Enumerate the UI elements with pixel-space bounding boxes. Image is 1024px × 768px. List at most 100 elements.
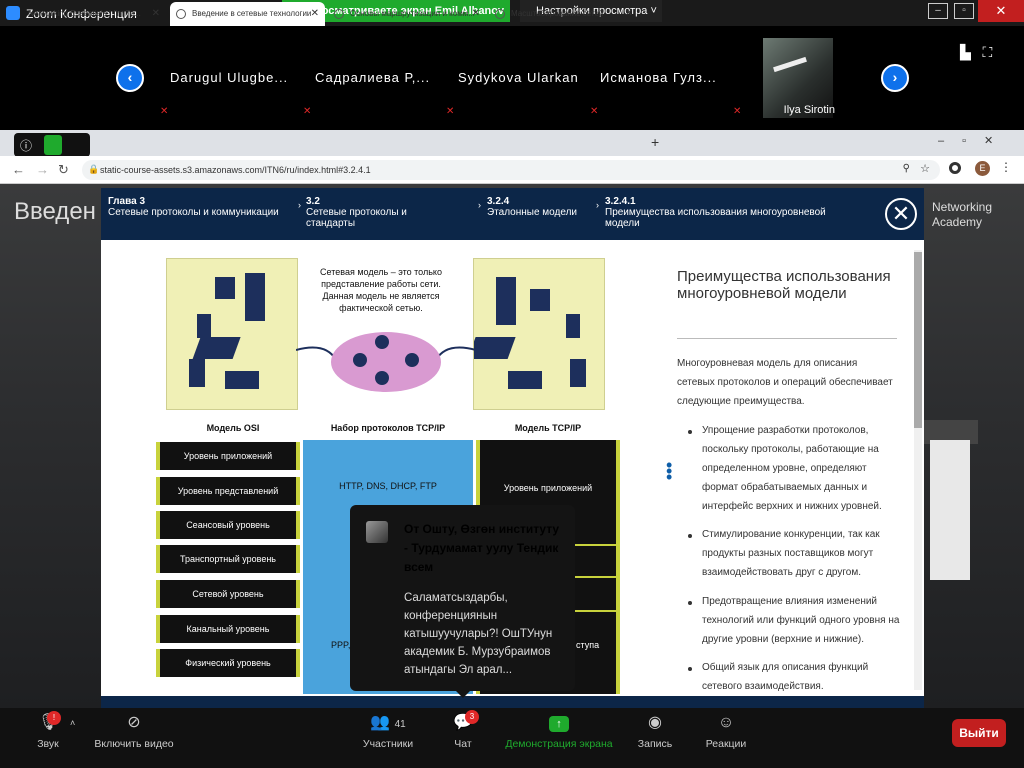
netacad-logo-text: Networking Academy bbox=[932, 200, 992, 230]
profile-avatar[interactable]: E bbox=[975, 161, 990, 176]
tab-routing-basics[interactable]: Основы маршрутизации и комм... ✕ bbox=[328, 2, 486, 26]
restore-button[interactable]: ▫ bbox=[954, 3, 974, 19]
tab-scaling-networks[interactable]: Масштабирование сетей ✕ bbox=[489, 2, 639, 26]
audio-options-chevron-icon[interactable]: ˄ bbox=[70, 718, 75, 728]
osi-layer[interactable]: Сеансовый уровень bbox=[156, 511, 300, 539]
tool-label: Звук bbox=[37, 738, 59, 750]
reload-icon[interactable]: ↻ bbox=[58, 162, 69, 178]
tool-label: Демонстрация экрана bbox=[505, 738, 613, 750]
share-screen-button[interactable]: ↑ Демонстрация экрана bbox=[500, 712, 618, 750]
close-tab-icon[interactable]: ✕ bbox=[472, 8, 480, 19]
speaker-view-icon[interactable]: ▙ bbox=[960, 44, 971, 60]
extension-icon[interactable] bbox=[949, 162, 961, 174]
muted-mic-icon: ✕ bbox=[303, 106, 312, 117]
participant-name[interactable]: Исманова Гулз... bbox=[600, 70, 717, 85]
tcpip-suite-title: Набор протоколов TCP/IP bbox=[330, 423, 446, 433]
tab-label: Основы маршрутизации и комм... bbox=[350, 9, 475, 18]
close-window-button[interactable]: ✕ bbox=[978, 0, 1024, 22]
tool-label: Участники bbox=[362, 738, 414, 750]
benefit-item: Стимулирование конкуренции, так как прод… bbox=[702, 529, 880, 578]
breadcrumb-label: Сетевые протоколы и коммуникации bbox=[108, 207, 279, 218]
leave-button[interactable]: Выйти bbox=[952, 719, 1006, 747]
breadcrumb-label: Преимущества использования многоуровнево… bbox=[605, 207, 826, 229]
tool-label: Чат bbox=[454, 738, 472, 750]
osi-layer[interactable]: Уровень приложений bbox=[156, 442, 300, 470]
back-icon[interactable]: ← bbox=[12, 162, 25, 177]
more-options-icon[interactable]: • • • bbox=[666, 456, 676, 486]
participant-name[interactable]: Darugul Ulugbe... bbox=[170, 70, 288, 85]
breadcrumb-chapter[interactable]: Глава 3 Сетевые протоколы и коммуникации bbox=[108, 196, 298, 218]
fullscreen-icon[interactable]: ⛶ bbox=[982, 44, 992, 60]
benefit-item: Упрощение разработки протоколов, посколь… bbox=[702, 425, 882, 512]
info-icon[interactable]: ⓘ bbox=[20, 137, 32, 154]
chat-sender: От Ошту, Өзгөн институту - Турдумамат уу… bbox=[404, 522, 560, 574]
chevron-down-icon: ˅ bbox=[650, 5, 657, 17]
lighthouse-image bbox=[930, 440, 970, 580]
popup-pointer bbox=[455, 690, 471, 698]
breadcrumb-separator-icon: › bbox=[596, 200, 599, 210]
close-tab-icon[interactable]: ✕ bbox=[152, 8, 160, 19]
muted-mic-icon: ✕ bbox=[446, 106, 455, 117]
start-video-button[interactable]: ⊘ Включить видео bbox=[90, 712, 178, 750]
network-cloud-diagram bbox=[296, 332, 476, 392]
next-page-button[interactable]: › bbox=[881, 64, 909, 92]
zoom-icon[interactable]: ⚲ bbox=[903, 163, 910, 174]
bullet-dot bbox=[688, 534, 692, 538]
browser-tabbar bbox=[0, 130, 1024, 156]
record-button[interactable]: ◉ Запись bbox=[634, 712, 676, 750]
logo-line: Academy bbox=[932, 215, 983, 229]
participants-icon: 👥 41 bbox=[370, 714, 406, 731]
prev-page-button[interactable]: ‹ bbox=[116, 64, 144, 92]
protocol-list: PPP, bbox=[331, 640, 351, 650]
tab-networking-essentials[interactable]: Networking Essentials | I'm Te... ✕ bbox=[6, 2, 166, 26]
reactions-button[interactable]: ☺ Реакции bbox=[700, 712, 752, 750]
osi-layer[interactable]: Уровень представлений bbox=[156, 477, 300, 505]
tab-intro-networks[interactable]: Введение в сетевые технологии ✕ bbox=[170, 2, 325, 26]
diagram-note: Сетевая модель – это только представлени… bbox=[320, 267, 442, 313]
muted-mic-icon: ✕ bbox=[733, 106, 742, 117]
intro-paragraph: Многоуровневая модель для описания сетев… bbox=[677, 358, 893, 407]
tab-label: Введение в сетевые технологии bbox=[192, 9, 312, 18]
url-bar[interactable]: 🔒 static-course-assets.s3.amazonaws.com/I… bbox=[82, 160, 940, 180]
modal-footer bbox=[101, 696, 924, 708]
share-overlay-icons: ⓘ bbox=[14, 133, 90, 157]
osi-layer[interactable]: Канальный уровень bbox=[156, 615, 300, 643]
url-text: static-course-assets.s3.amazonaws.com/IT… bbox=[100, 165, 371, 175]
participant-video-tile[interactable]: Ilya Sirotin bbox=[763, 38, 835, 118]
forward-icon[interactable]: → bbox=[36, 162, 49, 177]
avatar bbox=[366, 521, 388, 543]
shield-icon[interactable] bbox=[44, 135, 62, 155]
view-layout-icons[interactable]: ▙ ⛶ bbox=[960, 44, 992, 61]
osi-layer[interactable]: Сетевой уровень bbox=[156, 580, 300, 608]
participant-name[interactable]: Sydykova Ularkan bbox=[458, 70, 579, 85]
record-icon: ◉ bbox=[648, 714, 662, 731]
breadcrumb-num: 3.2.4.1 bbox=[605, 196, 636, 207]
tcp-layer[interactable]: Уровень приложений bbox=[476, 483, 620, 493]
modal-close-button[interactable]: ✕ bbox=[885, 198, 917, 230]
chat-unread-badge: 3 bbox=[465, 710, 479, 724]
minimize-button[interactable]: – bbox=[928, 3, 948, 19]
chat-message: Саламатсыздарбы, конференциянын катышууч… bbox=[404, 592, 553, 676]
breadcrumb-subsection[interactable]: 3.2.4 Эталонные модели bbox=[487, 196, 577, 218]
lock-icon: 🔒 bbox=[88, 164, 100, 174]
bookmark-star-icon[interactable]: ☆ bbox=[920, 162, 930, 175]
browser-window-controls[interactable]: –▫✕ bbox=[938, 134, 1011, 147]
osi-layer[interactable]: Физический уровень bbox=[156, 649, 300, 677]
participants-button[interactable]: 👥 41 Участники bbox=[358, 712, 418, 750]
breadcrumb-section[interactable]: 3.2 Сетевые протоколы и стандарты bbox=[306, 196, 456, 229]
menu-kebab-icon[interactable]: ⋮ bbox=[1000, 160, 1012, 174]
close-tab-icon[interactable]: ✕ bbox=[625, 8, 633, 19]
breadcrumb-label: Эталонные модели bbox=[487, 207, 577, 218]
tcp-layer[interactable]: ступа bbox=[576, 640, 599, 650]
scrollbar-thumb[interactable] bbox=[914, 252, 922, 428]
osi-layer[interactable]: Транспортный уровень bbox=[156, 545, 300, 573]
breadcrumb-topic: 3.2.4.1 Преимущества использования многоу… bbox=[605, 196, 845, 229]
breadcrumb-label: Сетевые протоколы и стандарты bbox=[306, 207, 407, 229]
participant-name[interactable]: Садралиева Р,... bbox=[315, 70, 430, 85]
video-thumbnail bbox=[773, 56, 807, 73]
new-tab-button[interactable]: + bbox=[651, 134, 659, 150]
video-off-icon: ⊘ bbox=[127, 714, 141, 731]
globe-icon bbox=[334, 9, 344, 19]
close-tab-icon[interactable]: ✕ bbox=[311, 8, 319, 19]
participants-count: 41 bbox=[394, 719, 406, 730]
